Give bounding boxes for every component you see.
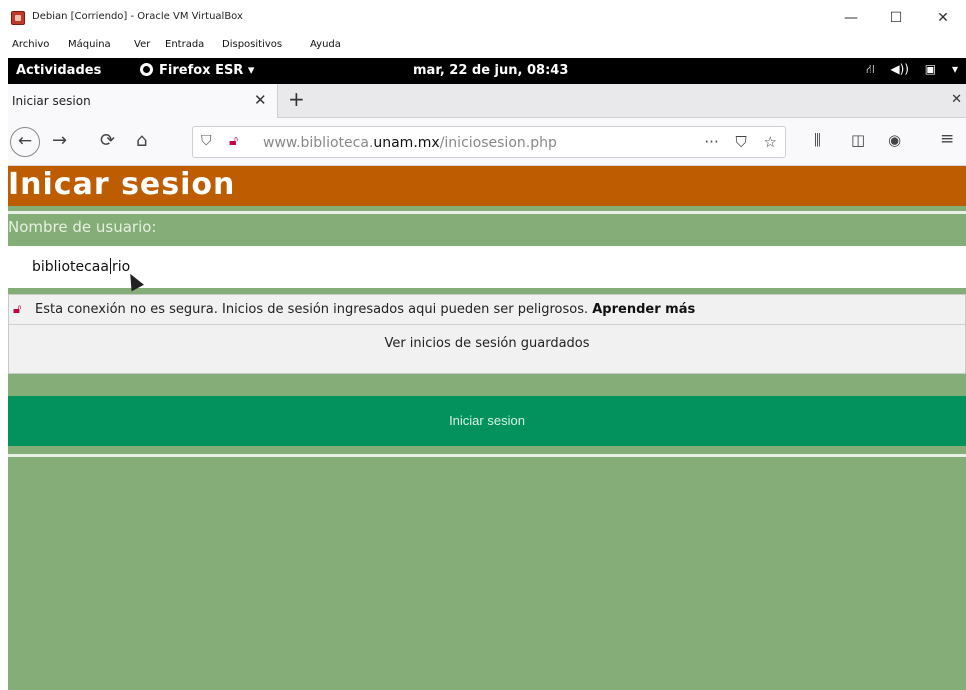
network-icon: ⛙ <box>866 62 875 76</box>
insecure-lock-icon[interactable]: 🔓︎ <box>229 133 238 149</box>
insecure-warning-row: 🔓︎ Esta conexión no es segura. Inicios d… <box>9 295 965 325</box>
menu-maquina[interactable]: Máquina <box>68 39 111 50</box>
minimize-button[interactable]: — <box>838 7 864 29</box>
username-input[interactable]: bibliotecaa rio <box>8 246 966 288</box>
pocket-icon[interactable]: ⛉ <box>736 133 747 151</box>
insecure-lock-icon: 🔓︎ <box>13 302 22 317</box>
bookmark-star-icon[interactable]: ☆ <box>764 133 777 151</box>
reload-button[interactable]: ⟳ <box>100 130 115 151</box>
shield-icon[interactable]: ⛉ <box>201 133 212 149</box>
divider <box>8 454 966 457</box>
menu-dispositivos[interactable]: Dispositivos <box>222 39 282 50</box>
new-tab-button[interactable]: + <box>288 87 305 111</box>
menu-archivo[interactable]: Archivo <box>12 39 49 50</box>
view-saved-logins-button[interactable]: Ver inicios de sesión guardados <box>9 326 965 362</box>
menu-ayuda[interactable]: Ayuda <box>310 39 341 50</box>
virtualbox-title-bar: Debian [Corriendo] - Oracle VM VirtualBo… <box>0 0 966 34</box>
library-icon[interactable]: ⫼ <box>814 131 821 149</box>
window-title: Debian [Corriendo] - Oracle VM VirtualBo… <box>32 11 243 22</box>
forward-button[interactable]: → <box>52 130 67 151</box>
home-button[interactable]: ⌂ <box>136 130 147 151</box>
virtualbox-menubar: Archivo Máquina Ver Entrada Dispositivos… <box>0 36 966 56</box>
close-window-button[interactable]: ✕ <box>930 7 956 29</box>
firefox-icon <box>140 63 153 76</box>
chevron-down-icon: ▾ <box>951 62 958 76</box>
learn-more-link[interactable]: Aprender más <box>592 302 695 317</box>
url-actions: ··· ⛉ ☆ <box>692 133 777 151</box>
login-button[interactable]: Iniciar sesion <box>8 396 966 446</box>
system-tray[interactable]: ⛙ ◀)) ▣ ▾ <box>854 62 958 78</box>
page-content: Inicar sesion Nombre de usuario: bibliot… <box>8 166 966 690</box>
app-menu-label: Firefox ESR ▾ <box>159 63 255 78</box>
text-cursor <box>109 258 111 274</box>
username-label: Nombre de usuario: <box>8 218 157 236</box>
back-button[interactable]: ← <box>10 127 40 157</box>
tab-strip: Iniciar sesion ✕ + ✕ <box>8 84 966 118</box>
clock[interactable]: mar, 22 de jun, 08:43 <box>413 63 568 78</box>
page-actions-icon[interactable]: ··· <box>704 133 718 151</box>
navigation-toolbar: ← → ⟳ ⌂ ⛉ 🔓︎ www.biblioteca.unam.mx/inic… <box>8 118 966 166</box>
account-icon[interactable]: ◉ <box>888 131 901 149</box>
username-value: bibliotecaa rio <box>32 258 131 275</box>
url-bar[interactable]: ⛉ 🔓︎ www.biblioteca.unam.mx/iniciosesion… <box>192 126 786 158</box>
sidebar-icon[interactable]: ◫ <box>851 131 865 149</box>
volume-icon: ◀)) <box>890 62 909 76</box>
battery-icon: ▣ <box>924 62 937 76</box>
menu-entrada[interactable]: Entrada <box>165 39 204 50</box>
insecure-warning-text: Esta conexión no es segura. Inicios de s… <box>35 302 696 317</box>
url-text[interactable]: www.biblioteca.unam.mx/iniciosesion.php <box>263 135 557 151</box>
divider <box>8 211 966 214</box>
gnome-top-bar: Actividades Firefox ESR ▾ mar, 22 de jun… <box>8 58 966 84</box>
tab-title: Iniciar sesion <box>12 94 91 108</box>
insecure-login-popup: 🔓︎ Esta conexión no es segura. Inicios d… <box>8 294 966 374</box>
close-icon[interactable]: ✕ <box>951 92 962 107</box>
hamburger-menu-icon[interactable]: ≡ <box>940 129 954 149</box>
tab-close-icon[interactable]: ✕ <box>254 91 267 109</box>
menu-ver[interactable]: Ver <box>134 39 150 50</box>
page-header: Inicar sesion <box>8 166 966 206</box>
maximize-button[interactable]: ☐ <box>883 7 909 29</box>
app-menu[interactable]: Firefox ESR ▾ <box>140 63 254 78</box>
virtualbox-logo-icon <box>11 11 25 25</box>
page-title: Inicar sesion <box>8 167 236 202</box>
tab-iniciar-sesion[interactable]: Iniciar sesion ✕ <box>8 84 278 118</box>
activities-button[interactable]: Actividades <box>16 63 101 78</box>
